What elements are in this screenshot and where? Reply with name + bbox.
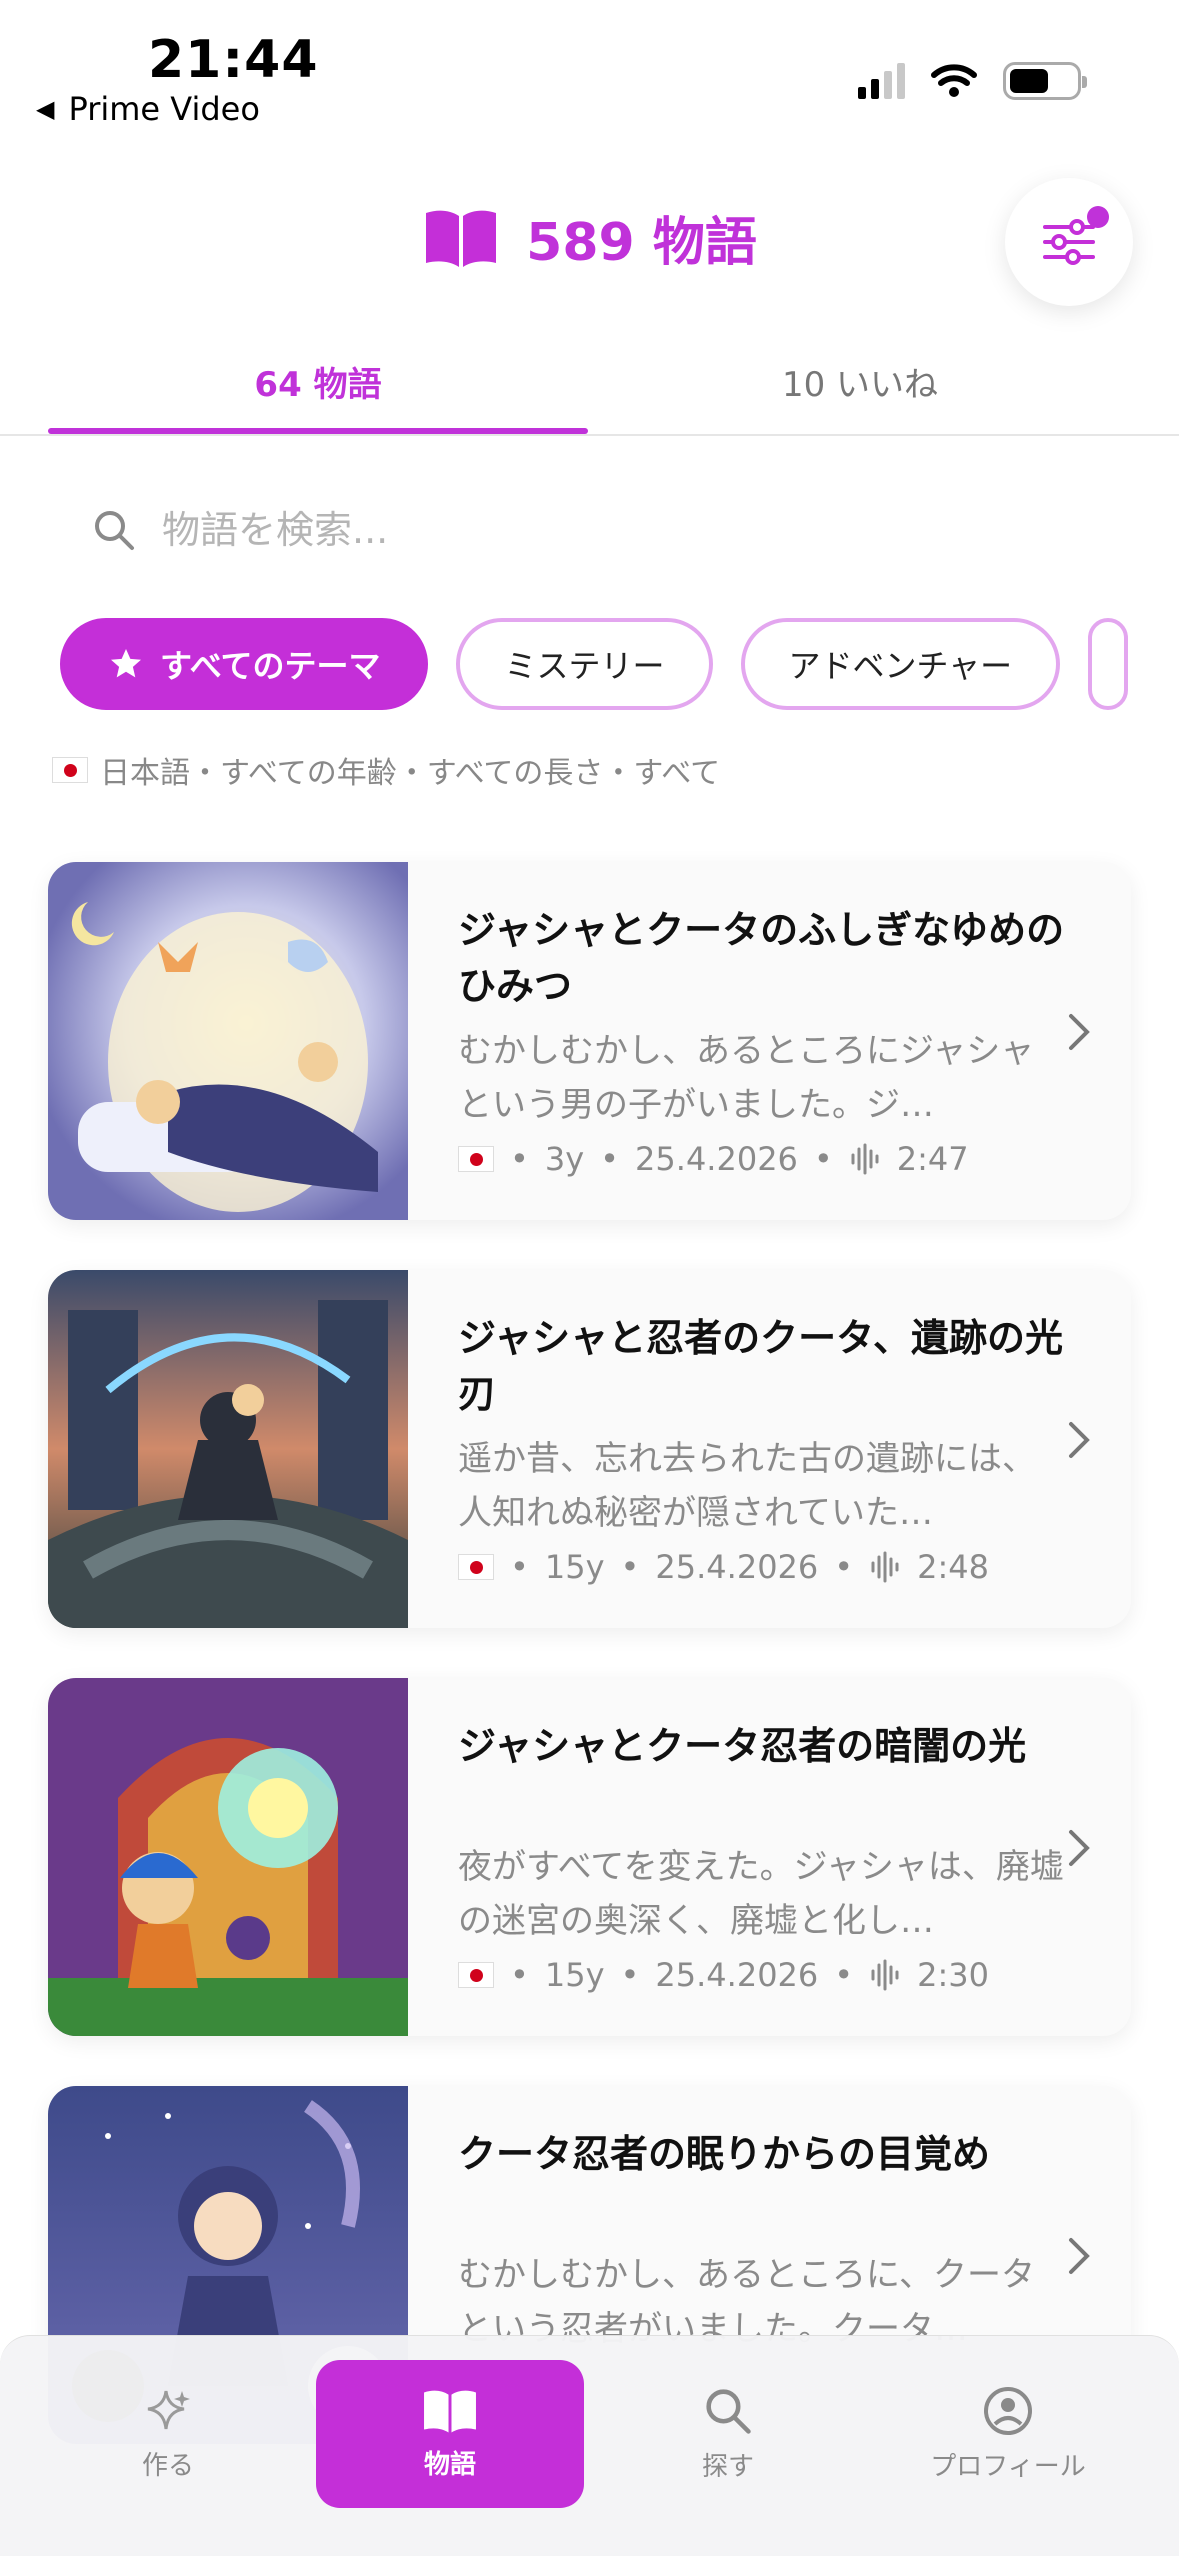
story-title: ジャシャと忍者のクータ、遺跡の光刃 <box>458 1316 1063 1416</box>
story-date: 25.4.2026 <box>655 1956 819 1994</box>
filter-active-dot <box>1087 206 1109 228</box>
story-meta: • 15y • 25.4.2026 • 2:48 <box>458 1548 989 1586</box>
book-icon <box>424 2390 476 2433</box>
story-excerpt: 遥か昔、忘れ去られた古の遺跡には、人知れぬ秘密が隠されていた… <box>458 1439 1036 1533</box>
nav-create[interactable]: 作る <box>34 2360 302 2508</box>
wifi-icon <box>931 64 977 97</box>
profile-icon <box>984 2386 1032 2435</box>
search-icon <box>95 511 134 550</box>
story-count-header: 589 物語 <box>0 200 1179 275</box>
japan-flag-icon <box>458 1554 494 1580</box>
back-to-app-link[interactable]: ◀ Prime Video <box>36 90 260 128</box>
story-thumbnail <box>48 1270 408 1628</box>
nav-stories[interactable]: 物語 <box>316 2360 584 2508</box>
story-duration: 2:48 <box>917 1548 989 1586</box>
story-age: 3y <box>544 1140 585 1178</box>
active-tab-indicator <box>48 428 588 434</box>
chip-all-themes[interactable]: すべてのテーマ <box>60 618 429 710</box>
audio-wave-icon <box>871 1551 899 1583</box>
chevron-right-icon <box>1069 1422 1090 1458</box>
chip-adventure[interactable]: アドベンチャー <box>740 618 1061 710</box>
search-bar <box>48 490 1131 570</box>
story-title: ジャシャとクータ忍者の暗闇の光 <box>458 1724 1027 1768</box>
japan-flag-icon <box>458 1146 494 1172</box>
filters-summary: 日本語・すべての年齢・すべての長さ・すべて <box>52 748 720 792</box>
chip-mystery[interactable]: ミステリー <box>456 618 713 710</box>
cellular-signal-icon <box>858 63 905 99</box>
search-input[interactable] <box>162 508 1062 552</box>
story-card[interactable]: ジャシャと忍者のクータ、遺跡の光刃 遥か昔、忘れ去られた古の遺跡には、人知れぬ秘… <box>48 1270 1131 1628</box>
story-excerpt: 夜がすべてを変えた。ジャシャは、廃墟の迷宮の奥深く、廃墟と化し… <box>458 1847 1064 1941</box>
nav-create-label: 作る <box>141 2450 194 2481</box>
audio-wave-icon <box>851 1143 879 1175</box>
story-meta: • 15y • 25.4.2026 • 2:30 <box>458 1956 989 1994</box>
story-thumbnail <box>48 862 408 1220</box>
sliders-icon <box>1043 219 1095 265</box>
chip-label: すべてのテーマ <box>160 647 381 685</box>
chevron-right-icon <box>1069 1014 1090 1050</box>
story-thumbnail <box>48 1678 408 2036</box>
nav-profile-label: プロフィール <box>930 2451 1086 2482</box>
back-arrow-icon: ◀ <box>36 95 55 123</box>
japan-flag-icon <box>52 757 88 783</box>
chip-more[interactable] <box>1088 618 1129 710</box>
nav-stories-label: 物語 <box>423 2449 476 2480</box>
battery-icon <box>1003 62 1087 100</box>
search-icon <box>706 2388 751 2434</box>
tab-likes[interactable]: 10 いいね <box>590 350 1130 434</box>
filters-summary-text: 日本語・すべての年齢・すべての長さ・すべて <box>100 756 721 791</box>
story-tabs: 64 物語 10 いいね <box>0 350 1179 436</box>
story-duration: 2:30 <box>917 1956 989 1994</box>
status-time: 21:44 <box>148 30 319 90</box>
japan-flag-icon <box>458 1962 494 1988</box>
audio-wave-icon <box>871 1959 899 1991</box>
story-date: 25.4.2026 <box>655 1548 819 1586</box>
back-app-label: Prime Video <box>68 90 260 128</box>
story-date: 25.4.2026 <box>635 1140 798 1178</box>
sparkle-icon <box>147 2390 190 2429</box>
story-card[interactable]: ジャシャとクータのふしぎなゆめのひみつ むかしむかし、あるところにジャシャという… <box>48 862 1131 1220</box>
story-duration: 2:47 <box>896 1140 969 1178</box>
story-count: 589 物語 <box>526 213 757 273</box>
filter-button[interactable] <box>1005 178 1133 306</box>
story-meta: • 3y • 25.4.2026 • 2:47 <box>458 1140 969 1178</box>
chevron-right-icon <box>1069 1830 1090 1866</box>
story-title: クータ忍者の眠りからの目覚め <box>458 2132 991 2176</box>
status-icons <box>858 62 1087 100</box>
story-age: 15y <box>544 1956 605 1994</box>
story-card[interactable]: ジャシャとクータ忍者の暗闇の光 夜がすべてを変えた。ジャシャは、廃墟の迷宮の奥深… <box>48 1678 1131 2036</box>
bottom-tab-bar: 作る 物語 探す プロフィール <box>0 2335 1179 2556</box>
theme-chips: すべてのテーマ ミステリー アドベンチャー <box>60 618 1130 714</box>
tab-stories[interactable]: 64 物語 <box>48 350 588 434</box>
nav-profile[interactable]: プロフィール <box>874 2360 1142 2508</box>
nav-search-label: 探す <box>701 2451 754 2482</box>
story-title: ジャシャとクータのふしぎなゆめのひみつ <box>458 908 1065 1008</box>
chevron-right-icon <box>1069 2238 1090 2274</box>
book-icon <box>426 210 497 267</box>
star-icon <box>111 649 141 678</box>
nav-search[interactable]: 探す <box>594 2360 862 2508</box>
story-age: 15y <box>544 1548 605 1586</box>
story-excerpt: むかしむかし、あるところにジャシャという男の子がいました。ジ… <box>458 1031 1035 1125</box>
